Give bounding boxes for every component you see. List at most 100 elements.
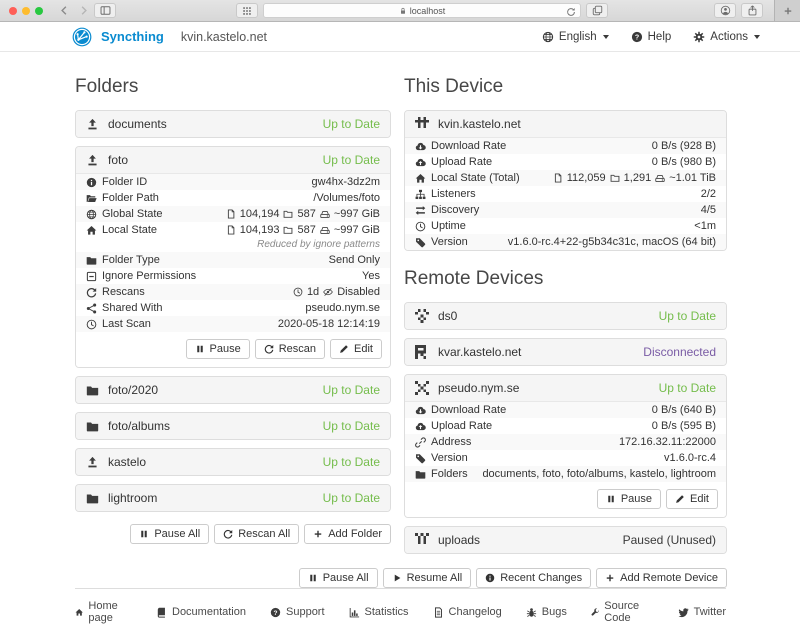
upload-rate-row: Upload Rate 0 B/s (595 B) — [405, 418, 726, 434]
folder-header-documents[interactable]: documents Up to Date — [76, 111, 390, 137]
folder-icon — [283, 209, 293, 219]
folder-icon — [86, 255, 97, 266]
folder-icon — [415, 469, 426, 480]
recent-changes-button[interactable]: Recent Changes — [476, 568, 591, 588]
question-icon — [631, 31, 643, 43]
language-menu[interactable]: English — [542, 31, 609, 43]
this-device-header[interactable]: kvin.kastelo.net — [405, 111, 726, 137]
rescan-all-button[interactable]: Rescan All — [214, 524, 299, 544]
device-header-ds0[interactable]: ds0 Up to Date — [405, 303, 726, 329]
status-badge: Up to Date — [659, 381, 716, 395]
device-header-kvar[interactable]: kvar.kastelo.net Disconnected — [405, 339, 726, 365]
footer-link-statistics[interactable]: Statistics — [349, 606, 409, 618]
footer-link-changelog[interactable]: Changelog — [433, 606, 502, 618]
clock-icon — [415, 221, 426, 232]
folder-icon — [610, 173, 620, 183]
refresh-icon — [86, 287, 97, 298]
device-panel-ds0: ds0 Up to Date — [404, 302, 727, 330]
hdd-icon — [320, 225, 330, 235]
folder-header-lightroom[interactable]: lightroom Up to Date — [76, 485, 390, 511]
this-device-heading: This Device — [404, 76, 727, 98]
folder-icon — [86, 420, 99, 433]
twitter-icon — [678, 607, 689, 618]
minus-square-icon — [86, 271, 97, 282]
folder-panel-foto2020: foto/2020 Up to Date — [75, 376, 391, 404]
add-folder-button[interactable]: Add Folder — [304, 524, 391, 544]
pause-all-devices-button[interactable]: Pause All — [299, 568, 378, 588]
footer-link-homepage[interactable]: Home page — [75, 600, 132, 624]
device-panel-pseudo: pseudo.nym.se Up to Date Download Rate 0… — [404, 374, 727, 518]
folder-header-kastelo[interactable]: kastelo Up to Date — [76, 449, 390, 475]
folder-path-row: Folder Path /Volumes/foto — [76, 190, 390, 206]
actions-menu[interactable]: Actions — [693, 31, 760, 43]
pencil-icon — [675, 494, 685, 504]
status-badge: Up to Date — [323, 117, 380, 131]
file-icon — [226, 225, 236, 235]
cloud-upload-icon — [415, 421, 426, 432]
this-device-panel: kvin.kastelo.net Download Rate 0 B/s (92… — [404, 110, 727, 251]
rescan-folder-button[interactable]: Rescan — [255, 339, 325, 359]
resume-all-button[interactable]: Resume All — [383, 568, 472, 588]
local-device-name: kvin.kastelo.net — [181, 30, 267, 44]
footer-link-support[interactable]: Support — [270, 606, 325, 618]
app-navbar: Syncthing kvin.kastelo.net English Help … — [0, 22, 800, 52]
device-identicon — [415, 381, 429, 395]
window-minimize-button[interactable] — [22, 7, 30, 15]
uptime-row: Uptime <1m — [405, 218, 726, 234]
pause-folder-button[interactable]: Pause — [186, 339, 250, 359]
new-tab-button[interactable] — [774, 0, 800, 21]
device-header-uploads[interactable]: uploads Paused (Unused) — [405, 527, 726, 553]
footer-link-source-code[interactable]: Source Code — [591, 600, 654, 624]
wrench-icon — [591, 607, 599, 618]
folder-header-foto[interactable]: foto Up to Date — [76, 147, 390, 173]
footer-link-twitter[interactable]: Twitter — [678, 606, 726, 618]
status-badge: Up to Date — [659, 309, 716, 323]
add-remote-device-button[interactable]: Add Remote Device — [596, 568, 727, 588]
folder-panel-fotoalbums: foto/albums Up to Date — [75, 412, 391, 440]
device-name: pseudo.nym.se — [438, 381, 519, 395]
window-close-button[interactable] — [9, 7, 17, 15]
share-button[interactable] — [741, 3, 763, 18]
rescans-row: Rescans 1d Disabled — [76, 284, 390, 300]
brand-name: Syncthing — [101, 29, 164, 44]
reload-icon[interactable] — [566, 7, 576, 17]
browser-back-icon[interactable] — [59, 5, 70, 16]
hdd-icon — [655, 173, 665, 183]
tag-icon — [415, 453, 426, 464]
info-icon — [485, 573, 495, 583]
footer-link-documentation[interactable]: Documentation — [156, 606, 246, 618]
shared-with-row: Shared With pseudo.nym.se — [76, 300, 390, 316]
bug-icon — [526, 607, 537, 618]
edit-device-button[interactable]: Edit — [666, 489, 718, 509]
tab-overview-button[interactable] — [586, 3, 608, 18]
sidebar-toggle-button[interactable] — [94, 3, 116, 18]
favorites-grid-button[interactable] — [236, 3, 258, 18]
profile-button[interactable] — [714, 3, 736, 18]
lock-icon — [399, 7, 407, 15]
pause-device-button[interactable]: Pause — [597, 489, 661, 509]
cloud-download-icon — [415, 405, 426, 416]
status-badge: Up to Date — [323, 491, 380, 505]
footer-link-bugs[interactable]: Bugs — [526, 606, 567, 618]
file-icon — [226, 209, 236, 219]
device-identicon — [415, 533, 429, 547]
help-menu[interactable]: Help — [631, 31, 672, 43]
window-zoom-button[interactable] — [35, 7, 43, 15]
version-row: Version v1.6.0-rc.4 — [405, 450, 726, 466]
folder-panel-foto: foto Up to Date Folder ID gw4hx-3dz2m Fo… — [75, 146, 391, 368]
refresh-icon — [223, 529, 233, 539]
folder-header-fotoalbums[interactable]: foto/albums Up to Date — [76, 413, 390, 439]
status-badge: Up to Date — [323, 455, 380, 469]
address-bar[interactable]: localhost — [263, 3, 581, 18]
edit-folder-button[interactable]: Edit — [330, 339, 382, 359]
pause-all-folders-button[interactable]: Pause All — [130, 524, 209, 544]
local-state-total-row: Local State (Total) 112,059 1,291 ~1.01 … — [405, 170, 726, 186]
plus-icon — [605, 573, 615, 583]
device-panel-kvar: kvar.kastelo.net Disconnected — [404, 338, 727, 366]
device-header-pseudo[interactable]: pseudo.nym.se Up to Date — [405, 375, 726, 401]
folder-panel-lightroom: lightroom Up to Date — [75, 484, 391, 512]
folder-header-foto2020[interactable]: foto/2020 Up to Date — [76, 377, 390, 403]
browser-chrome: localhost — [0, 0, 800, 22]
browser-forward-icon[interactable] — [78, 5, 89, 16]
folder-icon — [86, 492, 99, 505]
